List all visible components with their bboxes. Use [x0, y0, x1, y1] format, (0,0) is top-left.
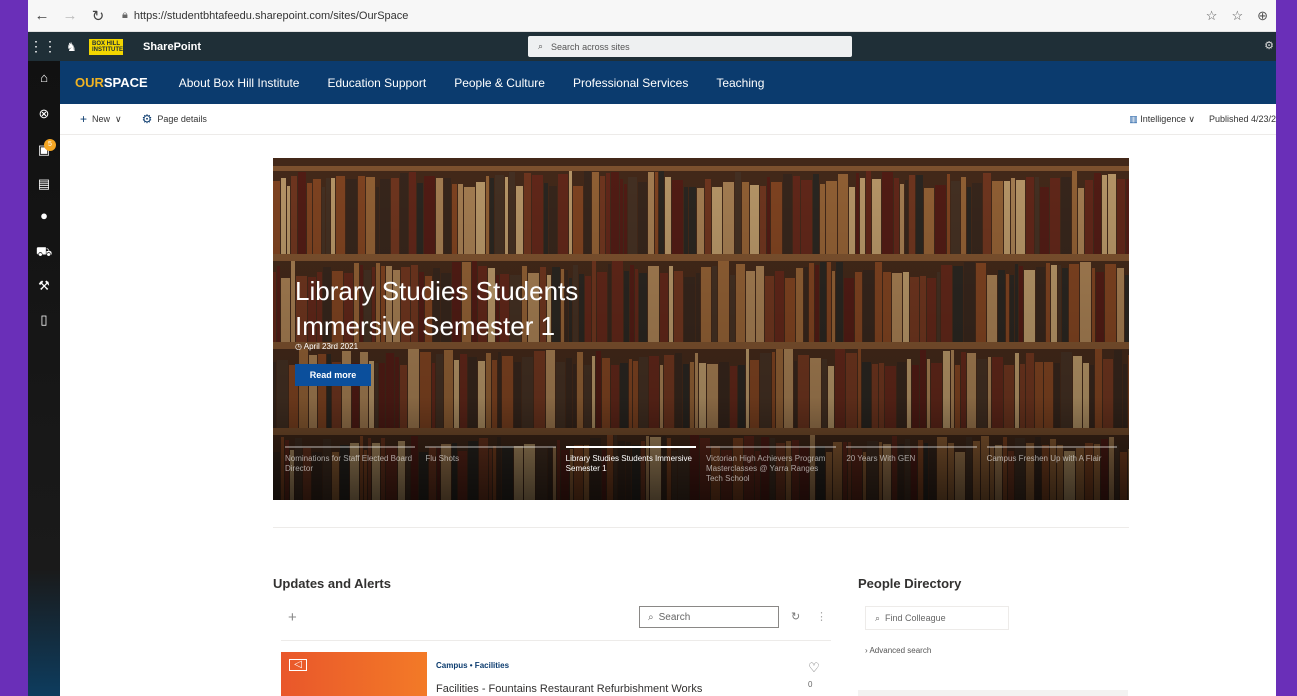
updates-search-placeholder: Search [658, 611, 691, 623]
more-options-icon[interactable]: ⋮ [816, 610, 827, 623]
book-icon[interactable]: ▯ [35, 311, 53, 329]
plus-icon: + [80, 112, 88, 126]
command-bar: + New ∨ ⚙ Page details ▥ Intelligence ∨ … [60, 104, 1276, 135]
news-card-tags[interactable]: Campus • Facilities [436, 661, 509, 670]
search-icon: ⌕ [875, 612, 881, 623]
megaphone-icon: ◁ [289, 659, 307, 671]
news-card-image[interactable]: ◁ [281, 652, 427, 696]
back-button[interactable]: ← [28, 7, 56, 24]
find-colleague-input[interactable]: ⌕ Find Colleague [865, 606, 1009, 630]
command-bar-right: ▥ Intelligence ∨ Published 4/23/2 [1129, 114, 1276, 125]
car-icon[interactable]: ⛟ [35, 243, 53, 261]
nav-item-professional-services[interactable]: Professional Services [573, 76, 688, 90]
site-logo[interactable]: OURSPACE [75, 75, 148, 90]
home-icon[interactable]: ⌂ [35, 69, 53, 87]
suite-bar: ⋮⋮ ♞ BOX HILL INSTITUTE SharePoint ⌕ Sea… [28, 32, 1276, 61]
collections-icon[interactable]: ⊕ [1257, 8, 1268, 24]
org-logo[interactable]: ♞ BOX HILL INSTITUTE [66, 38, 123, 55]
reload-button[interactable]: ↻ [84, 7, 112, 25]
browser-toolbar: ← → ↻ 🔒︎ https://studentbhtafeedu.sharep… [28, 0, 1276, 32]
hero-banner[interactable]: Library Studies Students Immersive Semes… [273, 158, 1129, 500]
news-card-title[interactable]: Facilities - Fountains Restaurant Refurb… [436, 683, 702, 695]
hero-date-text: April 23rd 2021 [303, 342, 359, 351]
carousel-item-active[interactable]: Library Studies Students Immersive Semes… [565, 446, 696, 484]
app-bar: ⌂ ⊗ ▣ 5 ▤ ● ⛟ ⚒ ▯ [28, 61, 60, 696]
notification-badge: 5 [44, 139, 56, 151]
section-divider [273, 527, 1129, 528]
updates-title: Updates and Alerts [273, 576, 391, 591]
hero-carousel: Nominations for Staff Elected Board Dire… [285, 446, 1117, 484]
app-name[interactable]: SharePoint [143, 41, 201, 53]
intelligence-button[interactable]: ▥ Intelligence ∨ [1129, 114, 1195, 125]
circle-icon[interactable]: ● [35, 207, 53, 225]
people-directory-title: People Directory [858, 576, 962, 591]
clock-icon: ◷ [295, 342, 302, 351]
add-icon[interactable]: + [288, 609, 297, 626]
like-icon[interactable]: ♡ [806, 660, 822, 676]
files-icon[interactable]: ▤ [35, 175, 53, 193]
advanced-search-label: Advanced search [869, 646, 932, 655]
advanced-search-link[interactable]: › Advanced search [865, 646, 931, 655]
forward-button[interactable]: → [56, 7, 84, 24]
search-icon: ⌕ [538, 41, 544, 51]
like-count: 0 [808, 680, 813, 689]
intelligence-label: Intelligence [1140, 113, 1186, 124]
carousel-item[interactable]: 20 Years With GEN [846, 446, 977, 484]
carousel-item[interactable]: Campus Freshen Up with A Flair [986, 446, 1117, 484]
published-status: Published 4/23/2 [1208, 114, 1276, 124]
gear-icon: ⚙ [141, 112, 153, 126]
page-details-button[interactable]: ⚙ Page details [142, 112, 207, 126]
search-placeholder: Search across sites [551, 41, 630, 52]
tools-icon[interactable]: ⚒ [35, 277, 53, 295]
carousel-item[interactable]: Flu Shots [425, 446, 556, 484]
read-aloud-icon[interactable]: ☆ [1206, 8, 1218, 24]
site-search-box[interactable]: ⌕ Search across sites [528, 36, 852, 57]
carousel-item[interactable]: Nominations for Staff Elected Board Dire… [285, 446, 416, 484]
new-label: New [92, 114, 111, 124]
horse-logo-icon: ♞ [66, 39, 77, 54]
hero-title[interactable]: Library Studies Students Immersive Semes… [295, 274, 655, 344]
people-results-panel [858, 690, 1128, 696]
nav-item-teaching[interactable]: Teaching [716, 76, 764, 90]
read-more-button[interactable]: Read more [295, 364, 371, 386]
carousel-item[interactable]: Victorian High Achievers Program Masterc… [705, 446, 837, 484]
nav-item-about[interactable]: About Box Hill Institute [179, 76, 300, 90]
chart-icon: ▥ [1129, 113, 1138, 124]
address-bar[interactable]: https://studentbhtafeedu.sharepoint.com/… [134, 10, 409, 22]
sites-icon[interactable]: ⊗ [35, 105, 53, 123]
browser-actions: ☆ ☆ ⊕ [1206, 8, 1276, 24]
favorites-icon[interactable]: ☆ [1231, 8, 1243, 24]
chevron-down-icon: ∨ [115, 113, 122, 124]
site-navigation: OURSPACE About Box Hill Institute Educat… [60, 61, 1276, 104]
brand-space: SPACE [103, 75, 148, 90]
search-icon: ⌕ [648, 611, 654, 623]
new-button[interactable]: + New ∨ [80, 112, 122, 126]
page-details-label: Page details [157, 114, 207, 124]
refresh-icon[interactable]: ↻ [791, 610, 800, 623]
nav-item-people-culture[interactable]: People & Culture [454, 76, 545, 90]
app-launcher-icon[interactable]: ⋮⋮ [28, 32, 58, 61]
hero-date: ◷ April 23rd 2021 [295, 342, 358, 351]
logo-text: BOX HILL INSTITUTE [89, 38, 123, 55]
settings-gear-icon[interactable]: ⚙ [1264, 39, 1274, 52]
brand-our: OUR [75, 75, 104, 90]
nav-item-education-support[interactable]: Education Support [327, 76, 426, 90]
lock-icon: 🔒︎ [122, 9, 128, 21]
browser-window: ← → ↻ 🔒︎ https://studentbhtafeedu.sharep… [28, 0, 1276, 696]
find-colleague-placeholder: Find Colleague [885, 613, 946, 623]
updates-divider [281, 640, 831, 641]
updates-search-input[interactable]: ⌕ Search [639, 606, 779, 628]
chevron-right-icon: › [865, 646, 868, 655]
